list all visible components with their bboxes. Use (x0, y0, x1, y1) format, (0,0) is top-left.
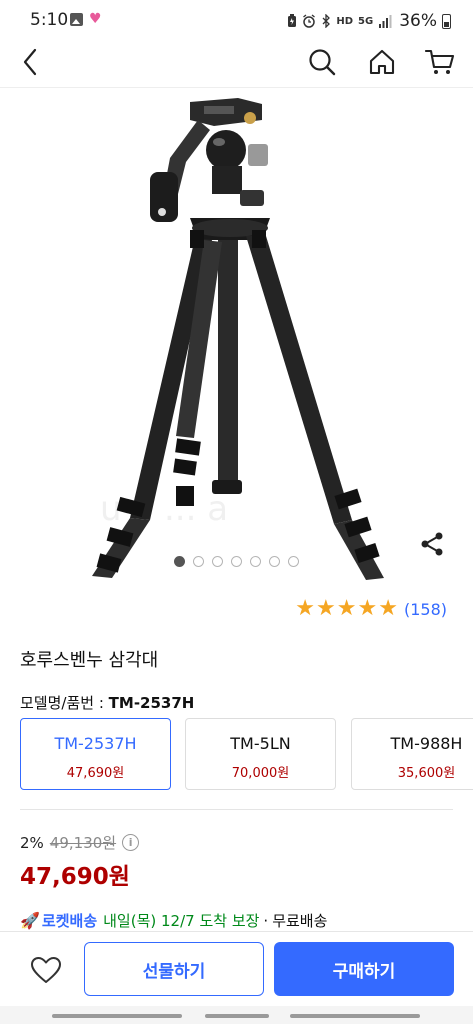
hd-voice-icon: HD (336, 15, 354, 27)
share-icon (421, 532, 443, 556)
star-icon: ★ (378, 596, 398, 621)
share-button[interactable] (418, 530, 446, 558)
rating[interactable]: ★ ★ ★ ★ ★ (158) (294, 598, 447, 620)
option-selector: TM-2537H 47,690원 TM-5LN 70,000원 TM-988H … (20, 718, 473, 790)
battery-icon (442, 13, 451, 29)
bottom-action-bar: 선물하기 구매하기 (0, 931, 473, 1006)
signal-icon (379, 14, 392, 28)
cart-button[interactable] (418, 40, 462, 84)
pager-dot[interactable] (231, 556, 242, 567)
original-price: 49,130원 (49, 834, 117, 852)
gift-button[interactable]: 선물하기 (84, 942, 264, 996)
model-label: 모델명/품번 : (20, 694, 104, 712)
star-icon: ★ (295, 596, 316, 621)
model-value: TM-2537H (108, 694, 195, 712)
sale-price: 47,690원 (20, 864, 130, 890)
battery-saver-icon (288, 14, 297, 27)
option-card[interactable]: TM-5LN 70,000원 (185, 718, 336, 790)
back-arrow-icon (23, 48, 37, 76)
back-button[interactable] (8, 40, 52, 84)
battery-percent: 36% (399, 11, 437, 31)
status-left-icons: ♥ (70, 12, 102, 26)
option-price: 35,600원 (397, 766, 456, 781)
home-button[interactable] (360, 40, 404, 84)
alarm-icon (303, 14, 316, 28)
rocket-icon: 🚀 (20, 911, 40, 930)
option-card[interactable]: TM-988H 35,600원 (351, 718, 473, 790)
search-icon (309, 49, 336, 76)
wishlist-button[interactable] (24, 952, 68, 988)
star-icon: ★ (336, 596, 357, 621)
discount-line: 2% 49,130원 i (20, 832, 140, 853)
heart-outline-icon (31, 957, 61, 983)
cart-icon (425, 49, 455, 74)
status-time: 5:10 (30, 10, 69, 30)
search-button[interactable] (300, 40, 344, 84)
nav-pill-right[interactable] (290, 1014, 420, 1018)
star-icon: ★ (357, 596, 378, 621)
image-icon (70, 12, 83, 26)
star-icon: ★ (316, 596, 336, 621)
pager-dot[interactable] (269, 556, 280, 567)
option-price: 70,000원 (231, 766, 290, 781)
pager-dot[interactable] (250, 556, 261, 567)
option-card[interactable]: TM-2537H 47,690원 (20, 718, 171, 790)
tripod-image: u o ... a (92, 98, 384, 580)
delivery-separator: · (263, 911, 269, 930)
option-price: 47,690원 (66, 766, 125, 781)
discount-rate: 2% (20, 833, 44, 852)
product-image[interactable]: u o ... a (0, 90, 473, 580)
pager-dot[interactable] (212, 556, 223, 567)
product-title: 호루스벤누 삼각대 (20, 650, 159, 671)
divider (20, 809, 453, 810)
option-name: TM-988H (390, 734, 463, 753)
option-name: TM-5LN (230, 734, 291, 753)
shipping-fee: 무료배송 (272, 912, 328, 930)
rocket-delivery-label: 로켓배송 (41, 912, 98, 930)
5g-icon: 5G (358, 15, 374, 27)
delivery-info: 🚀 로켓배송 내일(목) 12/7 도착 보장 · 무료배송 (20, 910, 327, 931)
pager-dot[interactable] (288, 556, 299, 567)
review-count[interactable]: (158) (404, 600, 447, 619)
bluetooth-icon (322, 14, 331, 28)
system-nav-bar (0, 1006, 473, 1024)
pager-dot[interactable] (193, 556, 204, 567)
status-right-icons: HD 5G 36% (287, 11, 451, 31)
nav-pill-left[interactable] (52, 1014, 182, 1018)
buy-button[interactable]: 구매하기 (274, 942, 454, 996)
status-bar: 5:10 ♥ HD 5G 36% (0, 0, 473, 40)
pager-dot[interactable] (174, 556, 185, 567)
option-name: TM-2537H (54, 734, 137, 753)
delivery-date: 내일(목) 12/7 도착 보장 (103, 912, 260, 930)
info-icon[interactable]: i (122, 834, 140, 851)
image-pager (0, 556, 473, 567)
home-icon (369, 49, 395, 75)
model-line: 모델명/품번 : TM-2537H (20, 692, 194, 713)
heart-icon: ♥ (89, 11, 102, 27)
nav-pill-center[interactable] (205, 1014, 269, 1018)
app-header (0, 40, 473, 88)
